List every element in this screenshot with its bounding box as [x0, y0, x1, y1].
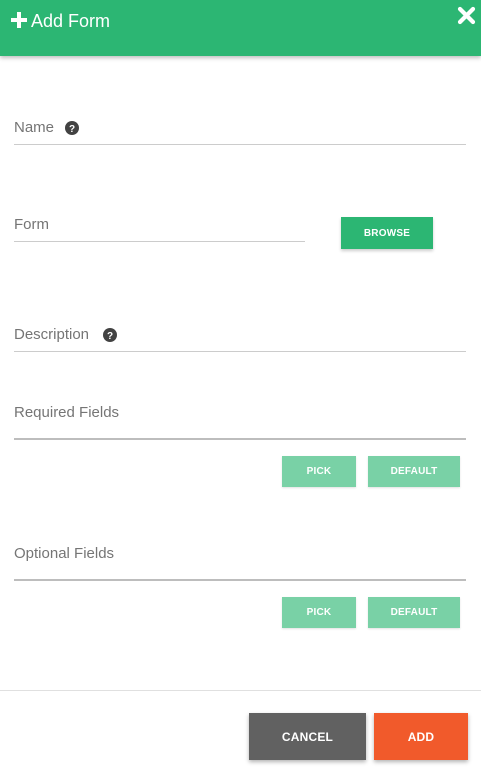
add-button[interactable]: ADD	[374, 713, 468, 760]
optional-fields-label: Optional Fields	[14, 545, 115, 562]
plus-icon	[11, 12, 27, 28]
required-fields-underline	[14, 438, 466, 440]
svg-text:?: ?	[69, 124, 75, 135]
required-default-button[interactable]: DEFAULT	[368, 456, 460, 487]
name-field[interactable]: Name ?	[14, 119, 466, 145]
name-label: Name	[14, 119, 55, 136]
help-circle-icon[interactable]: ?	[103, 328, 117, 342]
form-underline	[14, 241, 305, 242]
browse-button[interactable]: BROWSE	[341, 217, 433, 249]
required-pick-button[interactable]: PICK	[282, 456, 356, 487]
footer-divider	[0, 690, 481, 691]
cancel-button[interactable]: CANCEL	[249, 713, 366, 760]
optional-fields-field[interactable]: Optional Fields	[14, 545, 466, 581]
optional-default-button[interactable]: DEFAULT	[368, 597, 460, 628]
close-icon[interactable]	[457, 6, 476, 25]
description-underline	[14, 351, 466, 352]
optional-pick-button[interactable]: PICK	[282, 597, 356, 628]
form-label: Form	[14, 216, 49, 233]
svg-text:?: ?	[107, 331, 113, 342]
required-fields-label: Required Fields	[14, 404, 120, 421]
required-fields-field[interactable]: Required Fields	[14, 404, 466, 440]
help-circle-icon[interactable]: ?	[65, 121, 79, 135]
description-field[interactable]: Description ?	[14, 326, 466, 352]
dialog-header: Add Form	[0, 0, 481, 56]
dialog-title: Add Form	[31, 11, 111, 31]
name-underline	[14, 144, 466, 145]
description-label: Description	[14, 326, 90, 343]
form-field[interactable]: Form	[14, 216, 305, 242]
optional-fields-underline	[14, 579, 466, 581]
